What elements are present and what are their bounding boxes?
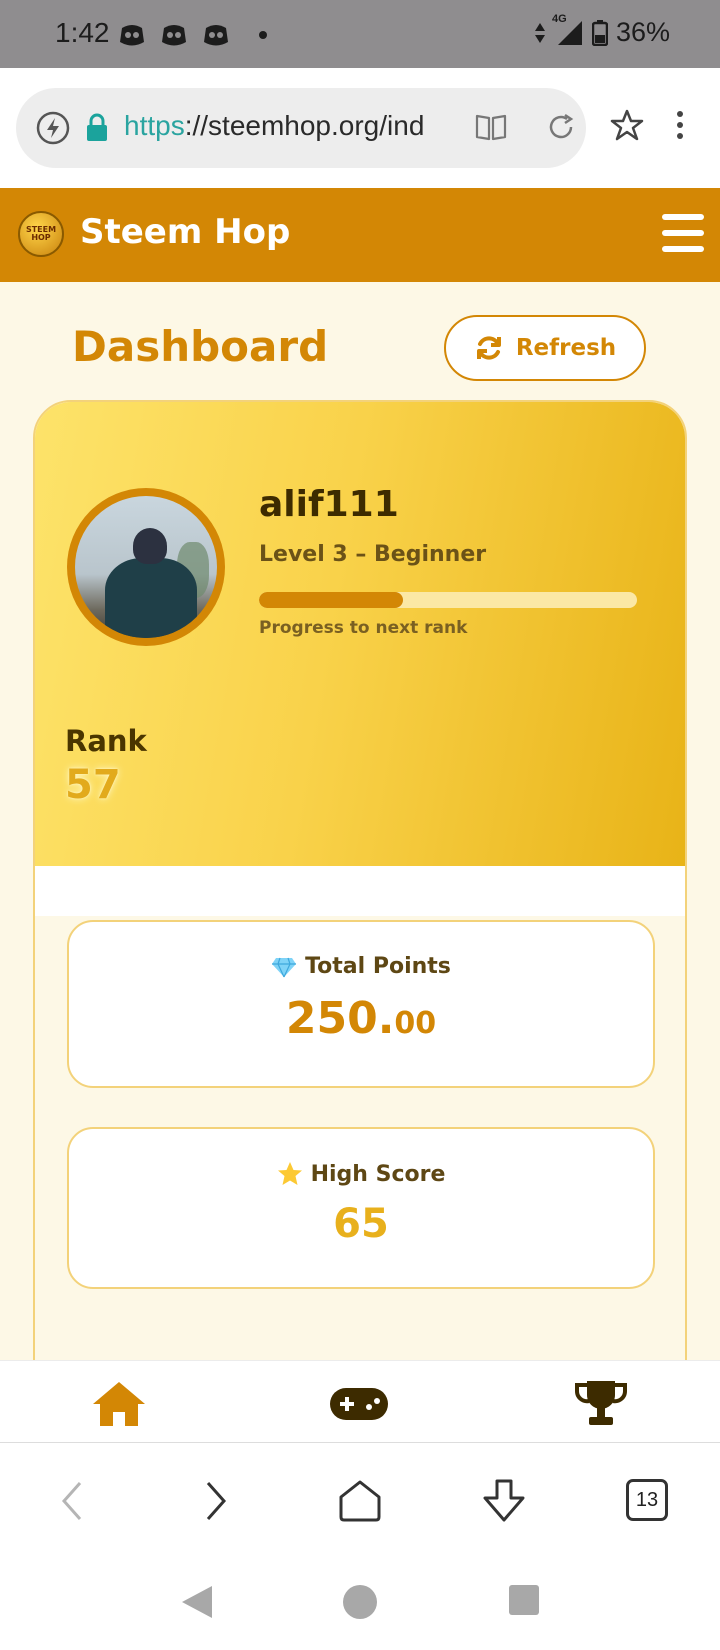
username: alif111 xyxy=(259,484,399,525)
status-bar: 1:42 4G 36% xyxy=(0,0,720,68)
notification-icons xyxy=(118,22,230,48)
trophy-icon xyxy=(575,1381,627,1425)
forward-button[interactable] xyxy=(192,1477,240,1525)
app-header: STEEM HOP Steem Hop xyxy=(0,188,720,282)
gamepad-icon xyxy=(330,1388,388,1420)
browser-home-icon xyxy=(339,1480,381,1522)
star-icon xyxy=(277,1162,302,1185)
system-back-icon[interactable] xyxy=(180,1584,214,1624)
battery-icon xyxy=(591,19,608,46)
bookmark-star-icon[interactable] xyxy=(610,108,644,146)
browser-menu-icon[interactable] xyxy=(676,110,684,144)
network-type: 4G xyxy=(551,12,567,25)
progress-label: Progress to next rank xyxy=(259,618,468,638)
high-score-value: 65 xyxy=(333,1201,389,1247)
tabs-button[interactable]: 13 xyxy=(626,1479,668,1521)
refresh-button[interactable]: Refresh xyxy=(444,315,646,381)
brand-name[interactable]: Steem Hop xyxy=(80,212,290,252)
discord-icon xyxy=(202,22,230,48)
high-score-text: High Score xyxy=(310,1161,446,1187)
chevron-left-icon xyxy=(61,1482,82,1520)
battery-level: 36% xyxy=(615,17,670,47)
total-points-card: Total Points 250.00 xyxy=(67,920,655,1088)
avatar[interactable] xyxy=(67,488,225,646)
download-button[interactable] xyxy=(480,1477,528,1525)
data-arrows-icon xyxy=(534,22,545,43)
high-score-label: High Score xyxy=(69,1161,653,1187)
rank-value: 57 xyxy=(65,762,121,808)
diamond-icon xyxy=(272,957,297,977)
profile-hero: alif111 Level 3 – Beginner Progress to n… xyxy=(35,402,685,866)
home-button[interactable] xyxy=(336,1477,384,1525)
nav-home[interactable] xyxy=(88,1377,150,1431)
discord-icon xyxy=(118,22,146,48)
refresh-label: Refresh xyxy=(515,335,617,361)
logo-text: STEEM HOP xyxy=(25,225,57,242)
home-icon xyxy=(93,1382,145,1426)
card-divider xyxy=(35,866,685,916)
reload-icon[interactable] xyxy=(546,112,576,146)
rank-progress-bar xyxy=(259,592,637,608)
back-button[interactable] xyxy=(48,1477,96,1525)
lock-icon[interactable] xyxy=(84,112,110,146)
discord-icon xyxy=(160,22,188,48)
total-points-text: Total Points xyxy=(305,954,451,979)
high-score-card: High Score 65 xyxy=(67,1127,655,1289)
signal-icon: 4G xyxy=(552,13,584,47)
system-recents-icon[interactable] xyxy=(508,1584,540,1620)
reader-mode-icon[interactable] xyxy=(474,112,508,146)
browser-toolbar: https://steemhop.org/ind xyxy=(0,68,720,188)
total-points-label: Total Points xyxy=(69,954,653,979)
total-points-value: 250.00 xyxy=(69,993,653,1044)
profile-card: alif111 Level 3 – Beginner Progress to n… xyxy=(33,400,687,1360)
avatar-photo xyxy=(75,496,217,638)
url-scheme: https xyxy=(124,110,185,141)
lightning-icon[interactable] xyxy=(36,111,70,149)
more-notifications-dot xyxy=(259,31,267,39)
status-time: 1:42 xyxy=(55,17,110,48)
nav-games[interactable] xyxy=(328,1377,390,1431)
main-content: Dashboard Refresh alif111 Level 3 – Begi… xyxy=(0,282,720,1360)
steem-hop-logo[interactable]: STEEM HOP xyxy=(18,211,64,257)
system-nav-bar xyxy=(0,1554,720,1650)
status-right: 4G 36% xyxy=(534,13,670,48)
refresh-icon xyxy=(476,336,501,360)
download-icon xyxy=(483,1479,525,1522)
page-title: Dashboard xyxy=(72,322,329,371)
rank-label: Rank xyxy=(65,724,147,758)
total-points-decimal: 00 xyxy=(394,1006,437,1041)
browser-bottom-toolbar: 13 xyxy=(0,1442,720,1554)
menu-icon[interactable] xyxy=(662,214,704,252)
bottom-nav xyxy=(0,1360,720,1442)
total-points-integer: 250. xyxy=(285,993,395,1044)
url-text[interactable]: https://steemhop.org/ind xyxy=(124,110,454,142)
system-home-icon[interactable] xyxy=(342,1584,378,1624)
url-path: ://steemhop.org/ind xyxy=(184,110,425,141)
address-bar[interactable]: https://steemhop.org/ind xyxy=(16,88,586,168)
nav-leaderboard[interactable] xyxy=(570,1377,632,1431)
rank-progress-fill xyxy=(259,592,403,608)
chevron-right-icon xyxy=(206,1482,227,1520)
level-text: Level 3 – Beginner xyxy=(259,542,487,567)
